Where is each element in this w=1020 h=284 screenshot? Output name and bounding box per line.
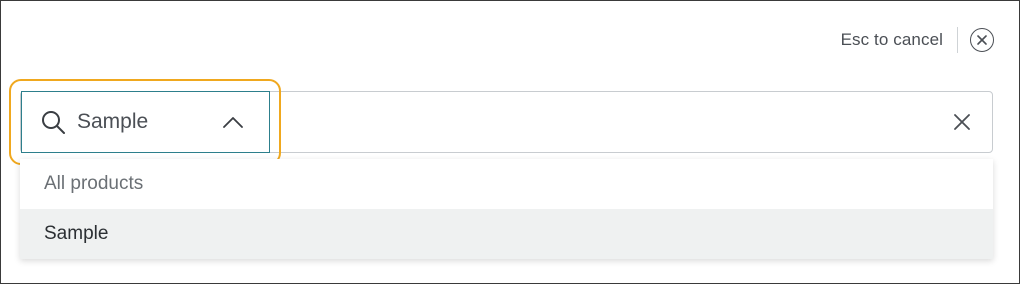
topbar-divider [957, 27, 958, 53]
scope-select[interactable]: Sample [21, 91, 270, 153]
dropdown-item-sample[interactable]: Sample [20, 209, 993, 259]
dropdown-item-all-products[interactable]: All products [20, 159, 993, 209]
chevron-up-icon [223, 117, 243, 128]
cancel-bar: Esc to cancel [841, 26, 994, 54]
close-circle-icon [977, 35, 987, 45]
scope-select-value: Sample [77, 110, 149, 133]
search-icon [42, 111, 65, 134]
close-button[interactable] [970, 28, 994, 52]
clear-x-icon [954, 114, 970, 130]
scope-dropdown-menu: All products Sample [20, 159, 993, 259]
esc-to-cancel-label: Esc to cancel [840, 30, 943, 49]
clear-search-button[interactable] [950, 110, 974, 134]
